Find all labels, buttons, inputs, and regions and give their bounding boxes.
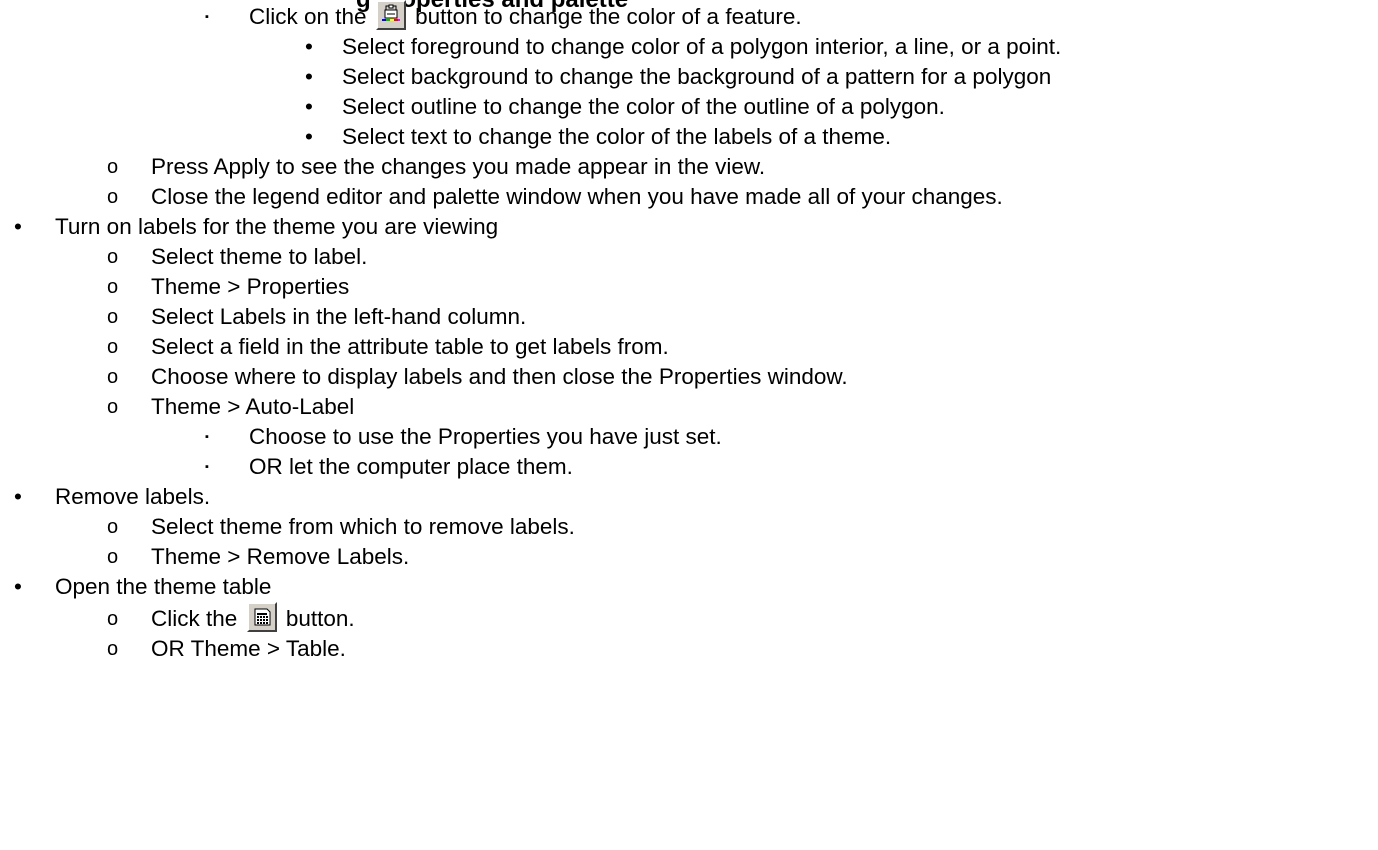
list-item-text: Select Labels in the left-hand column. <box>151 304 527 329</box>
list-item-text: Theme > Properties <box>151 274 350 299</box>
circle-bullet: o <box>107 336 119 358</box>
circle-bullet: o <box>107 186 119 208</box>
list-item-text: Theme > Auto-Label <box>151 394 355 419</box>
circle-bullet: o <box>107 246 119 268</box>
list-item-text: Click the button. <box>151 602 355 635</box>
circle-bullet: o <box>107 516 119 538</box>
dot-bullet: • <box>14 214 22 239</box>
dot-bullet: • <box>305 124 313 149</box>
list-item-text: Select theme from which to remove labels… <box>151 514 575 539</box>
dot-bullet: • <box>305 64 313 89</box>
square-bullet: ▪ <box>205 11 209 23</box>
dot-bullet: • <box>14 574 22 599</box>
dot-bullet: • <box>14 484 22 509</box>
circle-bullet: o <box>107 546 119 568</box>
list-item-text: Remove labels. <box>55 484 211 509</box>
dot-bullet: • <box>305 34 313 59</box>
circle-bullet: o <box>107 156 119 178</box>
list-item-text: Select background to change the backgrou… <box>342 64 1052 89</box>
list-item-text: Click on the button to change the color … <box>249 0 802 33</box>
list-item-text: Select text to change the color of the l… <box>342 124 892 149</box>
list-item-text: Open the theme table <box>55 574 272 599</box>
list-item-text: Select a field in the attribute table to… <box>151 334 669 359</box>
list-item-text: Press Apply to see the changes you made … <box>151 154 766 179</box>
square-bullet: ▪ <box>205 431 209 443</box>
list-item-text: Choose to use the Properties you have ju… <box>249 424 722 449</box>
list-item-text: Close the legend editor and palette wind… <box>151 184 1003 209</box>
circle-bullet: o <box>107 276 119 298</box>
circle-bullet: o <box>107 396 119 418</box>
circle-bullet: o <box>107 306 119 328</box>
dot-bullet: • <box>305 94 313 119</box>
square-bullet: ▪ <box>205 461 209 473</box>
color-palette-icon[interactable] <box>375 0 406 31</box>
circle-bullet: o <box>107 608 119 630</box>
circle-bullet: o <box>107 638 119 660</box>
list-item-text: Select outline to change the color of th… <box>342 94 945 119</box>
list-item-text: Select theme to label. <box>151 244 368 269</box>
list-item-text: Choose where to display labels and then … <box>151 364 848 389</box>
list-item-text: OR let the computer place them. <box>249 454 573 479</box>
table-icon[interactable] <box>246 602 277 633</box>
list-item-text: Select foreground to change color of a p… <box>342 34 1062 59</box>
circle-bullet: o <box>107 366 119 388</box>
list-item-text: OR Theme > Table. <box>151 636 346 661</box>
list-item-text: Theme > Remove Labels. <box>151 544 410 569</box>
list-item-text: Turn on labels for the theme you are vie… <box>55 214 499 239</box>
